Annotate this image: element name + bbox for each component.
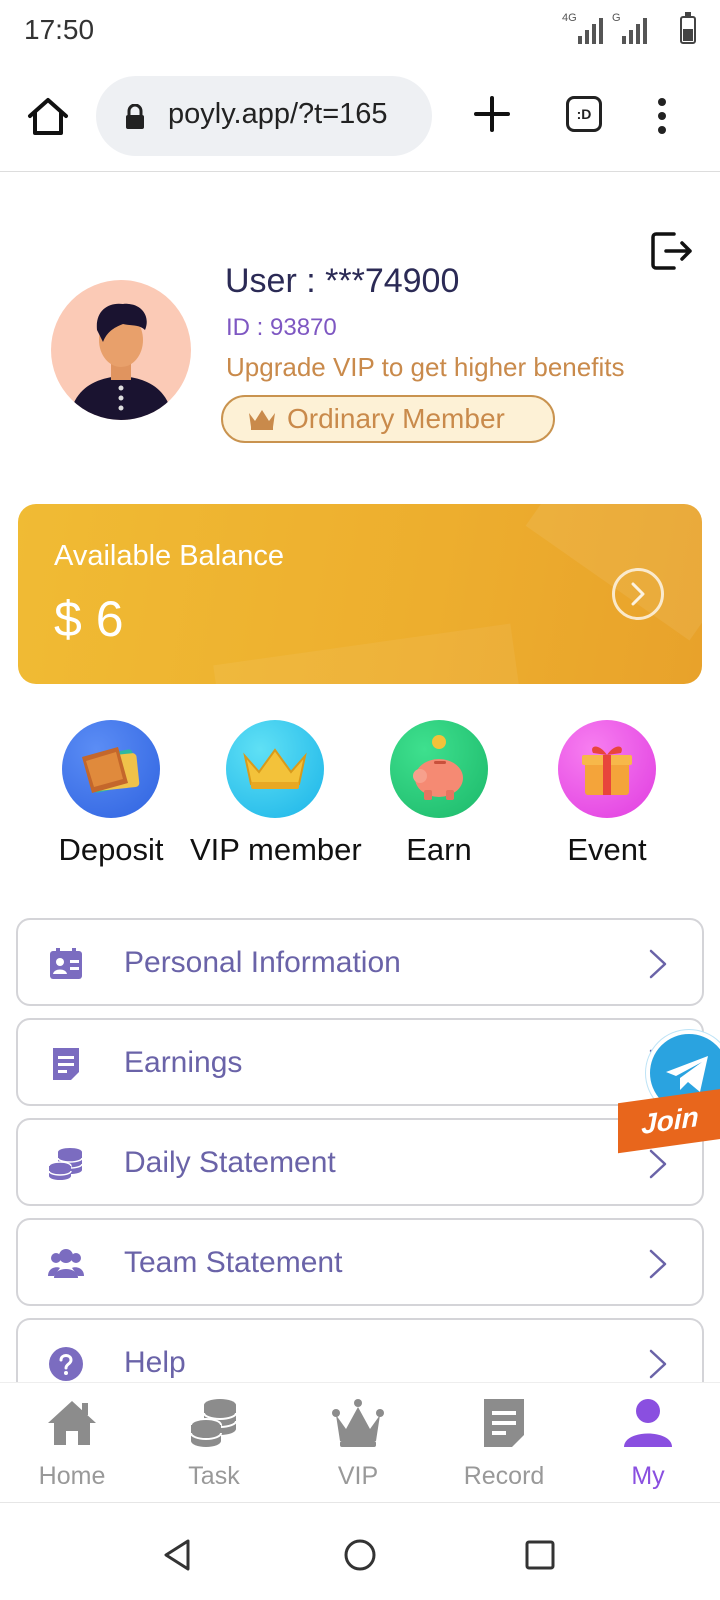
earn-action[interactable]: Earn [354,720,524,880]
tab-switcher-label: :D [576,106,592,122]
home-icon[interactable] [26,94,70,138]
home-icon [48,1401,96,1445]
new-tab-icon[interactable] [472,94,512,134]
chevron-right-icon [649,1349,667,1379]
balance-card[interactable]: Available Balance $ 6 [18,504,702,684]
menu-item-label: Help [124,1346,186,1379]
vip-member-label: VIP member [190,832,362,867]
chevron-right-icon [649,1249,667,1279]
tab-task[interactable]: Task [154,1395,274,1491]
chevron-right-icon [649,1149,667,1179]
chevron-right-icon [649,949,667,979]
menu-item-label: Team Statement [124,1246,343,1279]
tab-record-label: Record [463,1462,545,1490]
address-bar[interactable]: poyly.app/?t=165 [96,76,432,156]
tab-vip[interactable]: VIP [298,1395,418,1491]
menu-item-label: Daily Statement [124,1146,336,1179]
system-navigation-bar [0,1502,720,1600]
event-action[interactable]: Event [522,720,692,880]
balance-amount: $ 6 [54,591,124,647]
signal-icon [578,14,603,44]
menu-item-help[interactable]: Help [16,1318,704,1382]
earn-label: Earn [406,832,472,867]
document-icon [484,1399,524,1447]
logout-icon[interactable] [648,228,694,274]
avatar [51,280,191,420]
url-text: poyly.app/?t=165 [168,98,388,130]
telegram-join-button[interactable]: Join [618,1030,720,1154]
crown-icon [332,1399,384,1447]
menu-item-team-statement[interactable]: Team Statement [16,1218,704,1306]
browser-toolbar: poyly.app/?t=165 :D [0,64,720,172]
piggy-bank-icon [390,720,488,818]
id-card-icon [50,948,82,979]
coins-icon [190,1399,237,1447]
gift-icon [558,720,656,818]
tab-my-label: My [631,1462,665,1490]
menu-item-earnings[interactable]: Earnings [16,1018,704,1106]
deposit-label: Deposit [58,832,164,867]
tab-home[interactable]: Home [12,1395,132,1491]
menu-item-daily-statement[interactable]: Daily Statement [16,1118,704,1206]
join-ribbon: Join [618,1088,720,1154]
wallet-icon [62,720,160,818]
chevron-right-icon[interactable] [612,568,664,620]
overflow-menu-icon[interactable] [652,94,672,138]
tab-switcher-button[interactable]: :D [566,96,602,132]
bottom-tab-bar: Home Task VIP Record My [0,1382,720,1502]
crown-icon [226,720,324,818]
tab-vip-label: VIP [337,1462,379,1490]
avatar-illustration [69,303,173,420]
member-level-label: Ordinary Member [287,403,505,434]
coins-icon [48,1148,83,1180]
upgrade-vip-text: Upgrade VIP to get higher benefits [226,352,625,382]
event-label: Event [567,832,647,867]
balance-label: Available Balance [54,540,285,572]
status-bar: 17:50 4G G [0,0,720,64]
vip-member-action[interactable]: VIP member [190,720,362,880]
status-time: 17:50 [24,14,95,45]
user-id: ID : 93870 [226,314,337,341]
battery-icon [680,12,696,44]
tab-record[interactable]: Record [444,1395,564,1491]
lock-icon [126,104,144,129]
network-type-label: 4G [562,12,577,24]
help-icon [49,1347,83,1381]
document-icon [53,1048,79,1080]
team-icon [48,1249,84,1278]
home-circle-icon[interactable] [342,1537,378,1573]
tab-my[interactable]: My [588,1395,708,1491]
recents-icon[interactable] [522,1537,558,1573]
menu-item-label: Earnings [124,1046,243,1079]
tab-task-label: Task [188,1462,240,1490]
menu-item-label: Personal Information [124,946,401,979]
network-type-label-2: G [612,12,621,24]
signal-icon-2 [622,14,647,44]
crown-icon [249,410,275,430]
tab-home-label: Home [38,1462,106,1490]
user-icon [624,1399,672,1447]
deposit-action[interactable]: Deposit [26,720,196,880]
join-label: Join [641,1100,699,1141]
member-level-badge: Ordinary Member [221,395,555,443]
menu-item-personal-information[interactable]: Personal Information [16,918,704,1006]
user-name: User : ***74900 [225,262,460,300]
back-icon[interactable] [160,1537,196,1573]
